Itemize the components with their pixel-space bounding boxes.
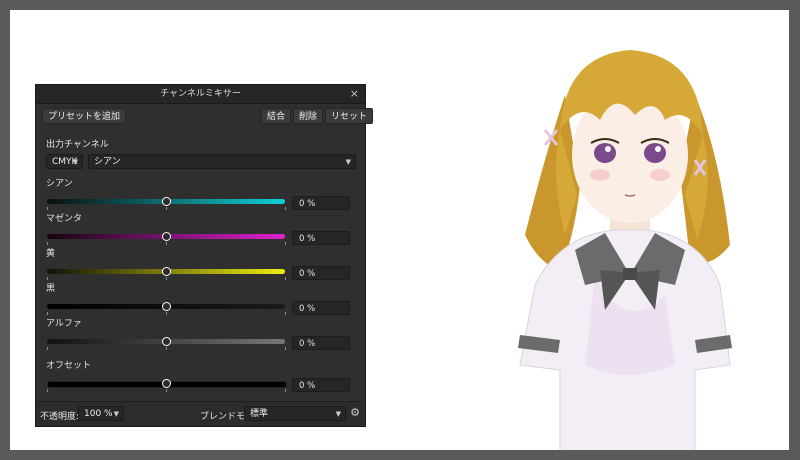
yellow-label: 黄 — [46, 249, 56, 259]
slider-tick — [166, 347, 167, 350]
slider-tick — [166, 277, 167, 280]
slider-tick — [166, 312, 167, 315]
cyan-value-field[interactable]: 0 % — [292, 196, 350, 210]
opacity-label: 不透明度: — [40, 412, 80, 422]
opacity-dropdown[interactable]: 100 % ▼ — [78, 406, 124, 421]
chevron-down-icon: ▼ — [113, 410, 119, 418]
chevron-down-icon: ▼ — [345, 158, 351, 166]
slider-tick — [47, 347, 48, 350]
offset-label: オフセット — [46, 361, 92, 371]
slider-tick — [285, 389, 286, 392]
alpha-value-field[interactable]: 0 % — [292, 336, 350, 350]
cyan-label: シアン — [46, 179, 73, 189]
slider-tick — [285, 347, 286, 350]
slider-tick — [166, 242, 167, 245]
slider-knob[interactable] — [161, 232, 171, 241]
close-icon[interactable]: × — [350, 85, 359, 103]
color-mode-dropdown[interactable]: CMYK ▼ — [46, 154, 83, 169]
channel-value: シアン — [94, 157, 121, 167]
slider-tick — [285, 207, 286, 210]
slider-knob[interactable] — [161, 302, 171, 311]
offset-value-field[interactable]: 0 % — [292, 378, 350, 392]
blend-mode-dropdown[interactable]: 標準 ▼ — [244, 406, 346, 421]
panel-titlebar[interactable]: チャンネルミキサー × — [36, 85, 365, 104]
reset-button[interactable]: リセット — [325, 108, 374, 124]
channel-dropdown[interactable]: シアン ▼ — [88, 154, 356, 169]
panel-footer: 不透明度: 100 % ▼ ブレンドモード: 標準 ▼ ⚙ — [36, 401, 365, 426]
slider-knob[interactable] — [161, 267, 171, 276]
slider-knob[interactable] — [161, 379, 171, 388]
magenta-label: マゼンタ — [46, 214, 83, 224]
chevron-down-icon: ▼ — [72, 158, 78, 166]
slider-tick — [285, 312, 286, 315]
slider-knob[interactable] — [161, 337, 171, 346]
yellow-value-field[interactable]: 0 % — [292, 266, 350, 280]
slider-tick — [47, 277, 48, 280]
slider-tick — [166, 207, 167, 210]
slider-tick — [285, 242, 286, 245]
magenta-value-field[interactable]: 0 % — [292, 231, 350, 245]
slider-tick — [285, 277, 286, 280]
opacity-value: 100 % — [84, 409, 113, 419]
black-label: 黒 — [46, 284, 56, 294]
slider-tick — [47, 207, 48, 210]
slider-tick — [47, 242, 48, 245]
channel-mixer-panel: チャンネルミキサー × プリセットを追加 結合 削除 リセット 出力チャンネル … — [35, 84, 374, 427]
blend-mode-value: 標準 — [250, 409, 269, 419]
slider-tick — [166, 389, 167, 392]
alpha-label: アルファ — [46, 319, 82, 329]
slider-tick — [47, 312, 48, 315]
gear-icon[interactable]: ⚙ — [350, 406, 360, 419]
add-preset-button[interactable]: プリセットを追加 — [42, 108, 127, 124]
chevron-down-icon: ▼ — [335, 410, 341, 418]
combine-button[interactable]: 結合 — [261, 108, 292, 124]
anime-girl-illustration — [518, 50, 732, 450]
slider-knob[interactable] — [161, 197, 171, 206]
output-channel-label: 出力チャンネル — [46, 140, 109, 150]
black-value-field[interactable]: 0 % — [292, 301, 350, 315]
panel-title: チャンネルミキサー — [160, 89, 241, 99]
slider-tick — [47, 389, 48, 392]
delete-button[interactable]: 削除 — [293, 108, 324, 124]
